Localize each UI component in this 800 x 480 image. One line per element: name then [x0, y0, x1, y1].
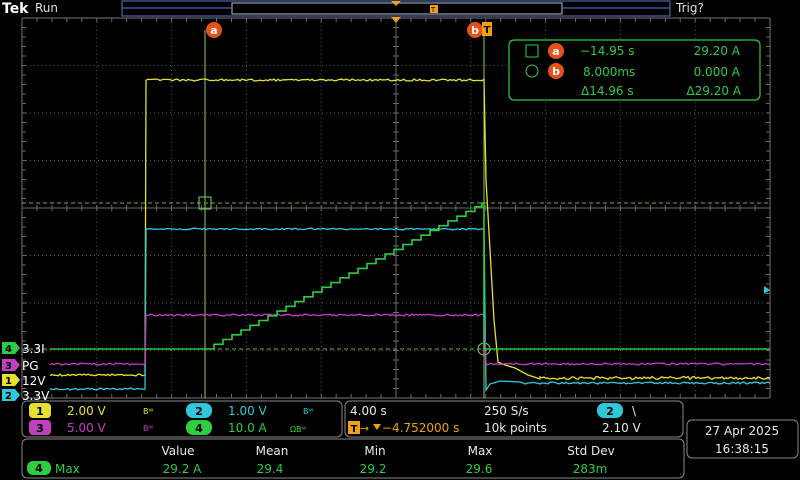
measurement-max: 29.6: [466, 462, 493, 476]
cursor-a-top-marker[interactable]: a: [206, 22, 222, 38]
cursor-b-top-marker[interactable]: b: [467, 22, 483, 38]
svg-text:PG: PG: [22, 359, 39, 373]
svg-text:10.0 A: 10.0 A: [228, 421, 268, 435]
ch3-waveform: [50, 314, 770, 365]
header-bar: Tek Run T Trig?: [2, 1, 704, 17]
measurement-channel-badge: 4: [27, 461, 51, 475]
svg-text:3.3I: 3.3I: [22, 342, 45, 356]
svg-text:4: 4: [195, 422, 203, 435]
brand-logo: Tek: [2, 1, 29, 17]
cursor-b-value: 0.000 A: [694, 65, 741, 79]
svg-text:b: b: [471, 24, 479, 37]
measurement-min: 29.2: [360, 462, 387, 476]
measurement-stddev: 283m: [573, 462, 608, 476]
svg-text:2: 2: [5, 391, 12, 402]
svg-text:Bᵂ: Bᵂ: [143, 407, 153, 416]
svg-text:5.00 V: 5.00 V: [67, 421, 107, 435]
vertical-settings[interactable]: 1 2.00 V Bᵂ 2 1.00 V Bᵂ 3 5.00 V Bᵂ 4 10…: [22, 401, 342, 437]
svg-text:2.00 V: 2.00 V: [67, 404, 107, 418]
svg-text:1.00 V: 1.00 V: [228, 404, 268, 418]
svg-text:T: T: [484, 25, 491, 36]
horizontal-scale[interactable]: 4.00 s: [350, 404, 387, 418]
date: 27 Apr 2025: [705, 424, 779, 438]
svg-text:b: b: [552, 65, 560, 78]
sample-rate: 250 S/s: [484, 404, 529, 418]
horizontal-trigger-settings[interactable]: 4.00 s 250 S/s T → −4.752000 s 10k point…: [345, 401, 683, 437]
svg-text:T: T: [351, 424, 358, 435]
trigger-position[interactable]: −4.752000 s: [382, 421, 459, 435]
trigger-position-marker[interactable]: T: [482, 22, 492, 36]
measurement-header-mean: Mean: [256, 444, 289, 458]
svg-text:a: a: [552, 45, 559, 58]
channel-markers[interactable]: 4 3.3I 3 PG 1 12V 2 3.3V: [2, 342, 50, 403]
run-status[interactable]: Run: [35, 1, 58, 15]
svg-text:2: 2: [195, 405, 203, 418]
svg-text:12V: 12V: [22, 374, 46, 388]
cursor-a-value: 29.20 A: [694, 44, 741, 58]
oscilloscope-screen: Tek Run T Trig? a b T a −14.95 s 29.20 A…: [0, 0, 800, 480]
measurement-mean: 29.4: [257, 462, 284, 476]
svg-text:3: 3: [36, 422, 44, 435]
svg-text:1: 1: [36, 405, 44, 418]
time: 16:38:15: [715, 442, 769, 456]
svg-text:1: 1: [5, 376, 12, 387]
svg-text:T: T: [430, 6, 436, 14]
ch2-waveform: [50, 228, 770, 390]
measurement-panel[interactable]: Value Mean Min Max Std Dev 4 Max 29.2 A …: [22, 439, 684, 478]
svg-text:→: →: [360, 422, 369, 435]
record-length: 10k points: [484, 421, 547, 435]
svg-text:3: 3: [5, 361, 12, 372]
svg-text:2: 2: [606, 405, 614, 418]
measurement-header-min: Min: [364, 444, 385, 458]
trigger-status: Trig?: [675, 1, 704, 15]
svg-text:4: 4: [35, 462, 43, 475]
cursor-b-time: 8.000ms: [583, 65, 635, 79]
waveforms: [50, 79, 770, 390]
svg-text:4: 4: [5, 344, 12, 355]
svg-text:a: a: [210, 24, 217, 37]
cursor-readout: a −14.95 s 29.20 A b 8.000ms 0.000 A Δ14…: [509, 40, 760, 100]
svg-text:Bᵂ: Bᵂ: [143, 424, 153, 433]
measurement-header-max: Max: [468, 444, 493, 458]
cursor-a-time: −14.95 s: [580, 44, 634, 58]
trigger-level[interactable]: 2.10 V: [602, 421, 642, 435]
datetime-display: 27 Apr 2025 16:38:15: [687, 420, 798, 458]
measurement-value: 29.2 A: [163, 462, 203, 476]
cursor-delta-value: Δ29.20 A: [686, 84, 741, 98]
measurement-name: Max: [55, 462, 80, 476]
horizontal-position-marker[interactable]: [391, 17, 401, 23]
trigger-level-marker[interactable]: [764, 286, 770, 294]
ch4-waveform: [50, 203, 770, 349]
trigger-source[interactable]: 2: [597, 403, 623, 418]
svg-text:ΩBᵂ: ΩBᵂ: [290, 425, 307, 434]
cursor-delta-time: Δ14.96 s: [581, 84, 634, 98]
measurement-header-value: Value: [162, 444, 195, 458]
svg-text:Bᵂ: Bᵂ: [303, 407, 313, 416]
measurement-header-stddev: Std Dev: [567, 444, 614, 458]
ch4-marker[interactable]: 4 3.3I: [2, 342, 45, 356]
ch1-marker[interactable]: 1 12V: [2, 374, 46, 388]
ch3-marker[interactable]: 3 PG: [2, 359, 39, 373]
